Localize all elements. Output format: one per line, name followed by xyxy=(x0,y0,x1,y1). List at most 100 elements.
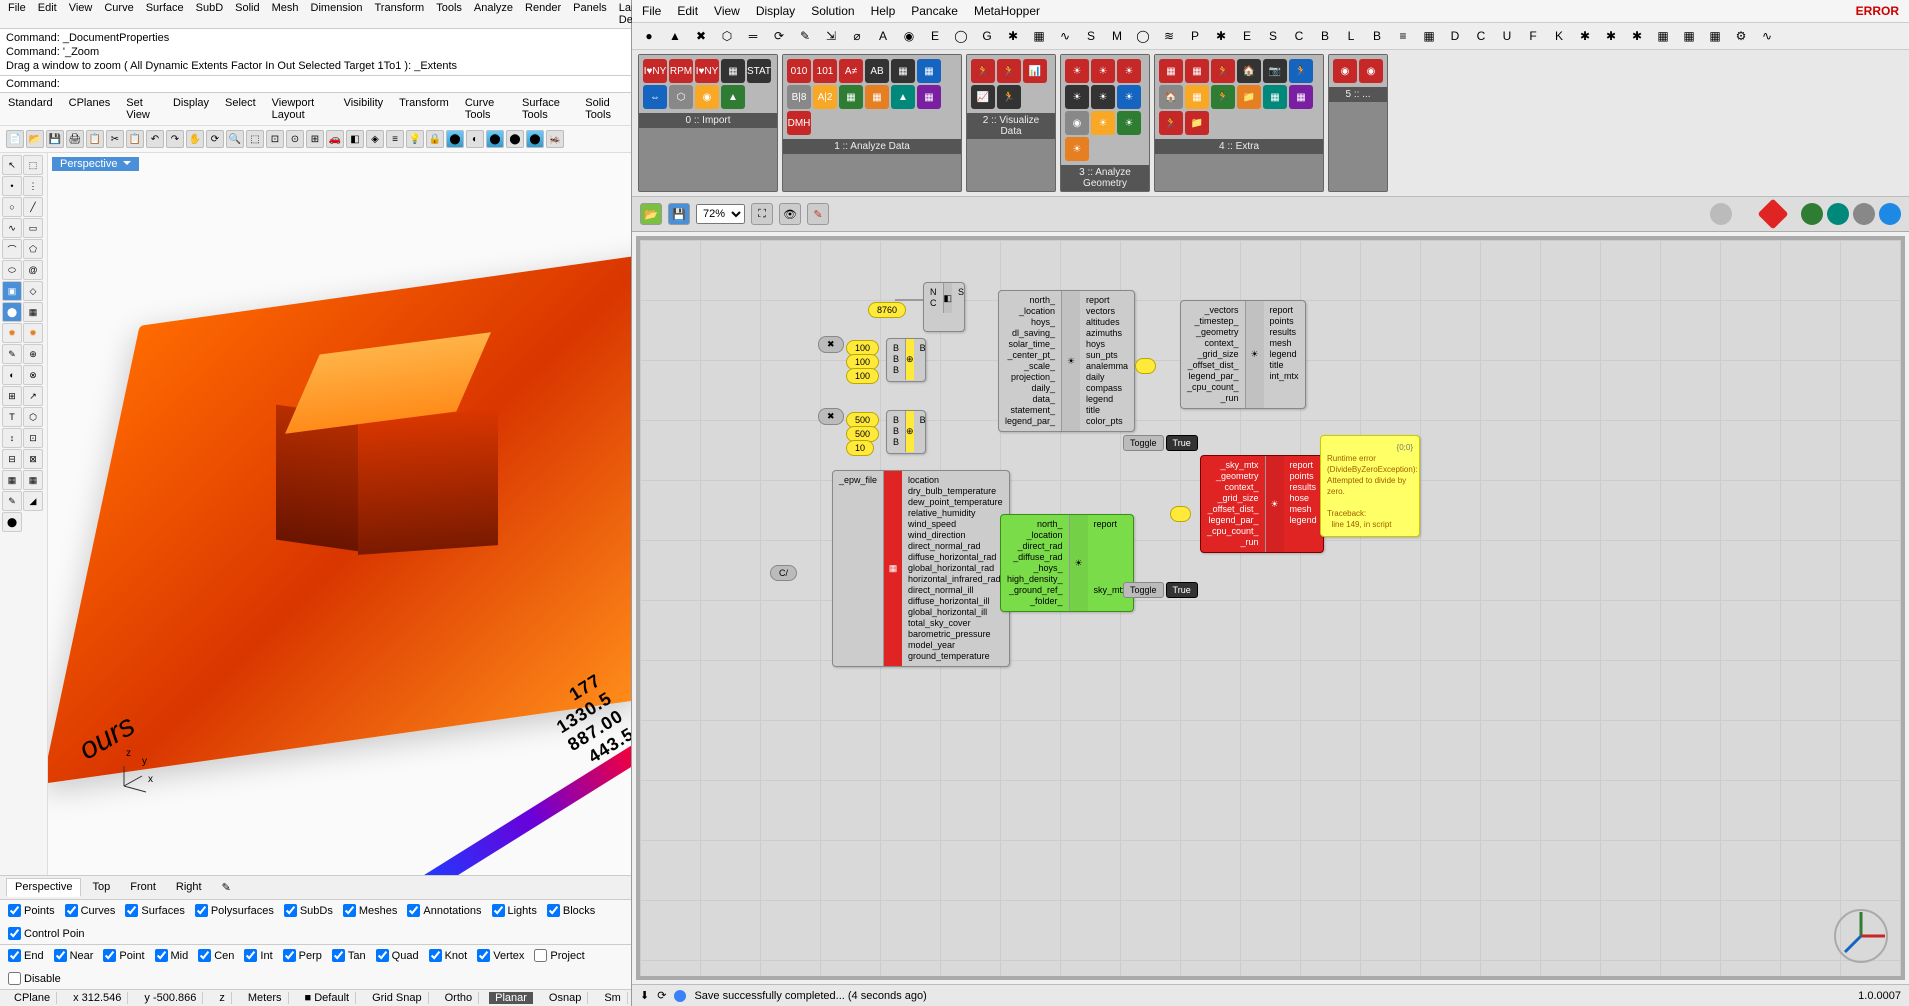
filter-perp[interactable]: Perp xyxy=(283,949,322,962)
ribbon-icon[interactable]: ☀ xyxy=(1065,85,1089,109)
line-icon[interactable]: ╱ xyxy=(23,197,43,217)
ribbon-icon[interactable]: ⇔ xyxy=(643,85,667,109)
ribbon-icon[interactable]: ▦ xyxy=(1263,85,1287,109)
sphere-icon[interactable]: ⬤ xyxy=(486,130,504,148)
radiation-analysis-node-error[interactable]: _sky_mtx_geometrycontext__grid_size_offs… xyxy=(1200,455,1324,553)
shade-red-icon[interactable] xyxy=(1758,198,1789,229)
ribbon-icon[interactable]: 📷 xyxy=(1263,59,1287,83)
menu-mesh[interactable]: Mesh xyxy=(272,2,299,26)
menu-file[interactable]: File xyxy=(8,2,26,26)
tab-curvetools[interactable]: Curve Tools xyxy=(465,97,506,121)
grasshopper-icon[interactable]: 🦗 xyxy=(546,130,564,148)
tab-icon[interactable]: ═ xyxy=(744,27,762,45)
tab-icon[interactable]: ⌀ xyxy=(848,27,866,45)
filter-int[interactable]: Int xyxy=(244,949,272,962)
t8-icon[interactable]: ⬡ xyxy=(23,407,43,427)
tab-icon[interactable]: E xyxy=(926,27,944,45)
ribbon-icon[interactable]: 🏃 xyxy=(1289,59,1313,83)
fire-icon[interactable]: ✹ xyxy=(23,323,43,343)
tab-icon[interactable]: ✎ xyxy=(796,27,814,45)
tab-icon[interactable]: F xyxy=(1524,27,1542,45)
t6-icon[interactable]: ↗ xyxy=(23,386,43,406)
tab-add[interactable]: ✎ xyxy=(213,878,240,897)
sunpath-node[interactable]: north__locationhoys_dl_saving_solar_time… xyxy=(998,290,1135,432)
filter-surfaces[interactable]: Surfaces xyxy=(125,904,184,917)
gh-menu-metahopper[interactable]: MetaHopper xyxy=(974,4,1040,18)
filter-tan[interactable]: Tan xyxy=(332,949,366,962)
t4-icon[interactable]: ⊗ xyxy=(23,365,43,385)
ribbon-icon[interactable]: ◉ xyxy=(695,85,719,109)
filter-polysurfaces[interactable]: Polysurfaces xyxy=(195,904,274,917)
gumball-gizmo[interactable] xyxy=(1831,906,1891,966)
filter-quad[interactable]: Quad xyxy=(376,949,419,962)
ribbon-icon[interactable]: ▦ xyxy=(865,85,889,109)
filter-disable[interactable]: Disable xyxy=(8,972,61,985)
menu-curve[interactable]: Curve xyxy=(104,2,133,26)
views-icon[interactable]: ⊞ xyxy=(306,130,324,148)
shade-gray-icon[interactable] xyxy=(1710,203,1732,225)
ribbon-icon[interactable]: 🏃 xyxy=(971,59,995,83)
t11-icon[interactable]: ⊟ xyxy=(2,449,22,469)
radiation-grid-node[interactable]: _vectors_timestep__geometrycontext__grid… xyxy=(1180,300,1306,409)
tab-icon[interactable]: ⬡ xyxy=(718,27,736,45)
ribbon-icon[interactable]: AB xyxy=(865,59,889,83)
refresh-icon[interactable]: ⟳ xyxy=(657,989,666,1002)
status-osnap[interactable]: Osnap xyxy=(543,992,588,1004)
tab-icon[interactable]: ◯ xyxy=(952,27,970,45)
t16-icon[interactable]: ◢ xyxy=(23,491,43,511)
tab-icon[interactable]: ✖ xyxy=(692,27,710,45)
save-icon[interactable]: 💾 xyxy=(668,203,690,225)
gh-menu-display[interactable]: Display xyxy=(756,4,795,18)
panel-merge[interactable]: NC◧S xyxy=(923,282,965,332)
eye-icon[interactable]: 👁 xyxy=(779,203,801,225)
named-icon[interactable]: ◈ xyxy=(366,130,384,148)
circle-icon[interactable]: ○ xyxy=(2,197,22,217)
relay-chip[interactable]: ✖ xyxy=(818,408,844,425)
zoom-select[interactable]: 72% xyxy=(696,204,745,224)
ribbon-icon[interactable]: ▦ xyxy=(839,85,863,109)
tab-top[interactable]: Top xyxy=(83,878,119,897)
tab-icon[interactable]: ∿ xyxy=(1056,27,1074,45)
cut-icon[interactable]: ✂ xyxy=(106,130,124,148)
slider[interactable]: 10 xyxy=(846,440,874,456)
open-icon[interactable]: 📂 xyxy=(26,130,44,148)
ribbon-icon[interactable]: 📈 xyxy=(971,85,995,109)
menu-transform[interactable]: Transform xyxy=(375,2,425,26)
menu-panels[interactable]: Panels xyxy=(573,2,607,26)
rect-icon[interactable]: ▭ xyxy=(23,218,43,238)
t2-icon[interactable]: ⊕ xyxy=(23,344,43,364)
light-icon[interactable]: 💡 xyxy=(406,130,424,148)
tab-icon[interactable]: ▦ xyxy=(1030,27,1048,45)
tab-icon[interactable]: ∿ xyxy=(1758,27,1776,45)
tab-icon[interactable]: ▦ xyxy=(1420,27,1438,45)
tab-icon[interactable]: ⚙ xyxy=(1732,27,1750,45)
gh-menu-solution[interactable]: Solution xyxy=(811,4,854,18)
t15-icon[interactable]: ✎ xyxy=(2,491,22,511)
tab-cplanes[interactable]: CPlanes xyxy=(69,97,111,121)
cplane-icon[interactable]: ◧ xyxy=(346,130,364,148)
copy-icon[interactable]: 📋 xyxy=(86,130,104,148)
ribbon-icon[interactable]: 📊 xyxy=(1023,59,1047,83)
ribbon-icon[interactable]: A≠ xyxy=(839,59,863,83)
t10-icon[interactable]: ⊡ xyxy=(23,428,43,448)
ribbon-icon[interactable]: 📁 xyxy=(1237,85,1261,109)
ribbon-icon[interactable]: ▦ xyxy=(891,59,915,83)
tab-right[interactable]: Right xyxy=(167,878,211,897)
sel-icon[interactable]: ⬚ xyxy=(23,155,43,175)
tab-icon[interactable]: ▦ xyxy=(1654,27,1672,45)
print-icon[interactable]: 🖨 xyxy=(66,130,84,148)
tab-perspective[interactable]: Perspective xyxy=(6,878,81,897)
menu-analyze[interactable]: Analyze xyxy=(474,2,513,26)
tab-icon[interactable]: S xyxy=(1264,27,1282,45)
ribbon-icon[interactable]: A|2 xyxy=(813,85,837,109)
tab-icon[interactable]: ≡ xyxy=(1394,27,1412,45)
filter-points[interactable]: Points xyxy=(8,904,55,917)
ribbon-icon[interactable]: ◉ xyxy=(1065,111,1089,135)
redo-icon[interactable]: ↷ xyxy=(166,130,184,148)
tab-icon[interactable]: ▲ xyxy=(666,27,684,45)
filter-point[interactable]: Point xyxy=(103,949,144,962)
ribbon-icon[interactable]: I♥NY xyxy=(695,59,719,83)
explode-icon[interactable]: ✹ xyxy=(2,323,22,343)
ribbon-icon[interactable]: DMH xyxy=(787,111,811,135)
arrow-icon[interactable]: ↖ xyxy=(2,155,22,175)
